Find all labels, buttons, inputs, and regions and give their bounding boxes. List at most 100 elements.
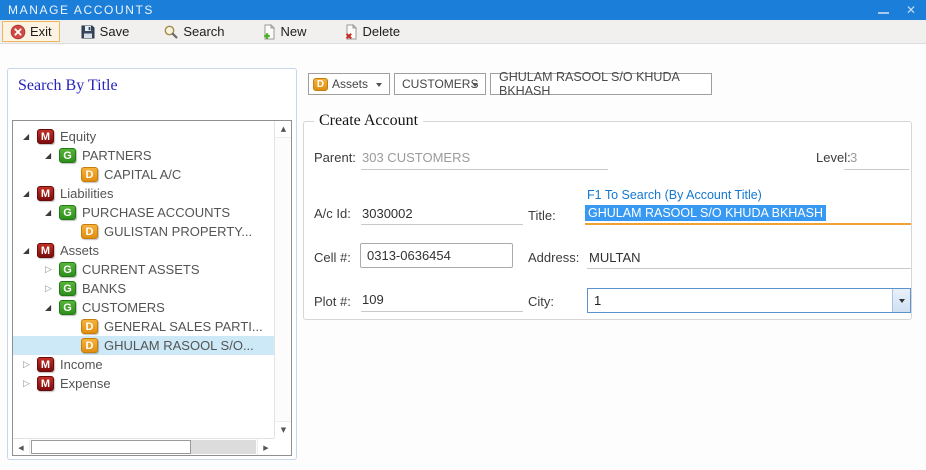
scroll-up-button[interactable]: ▲ (275, 121, 292, 138)
account-type-icon-d: D (81, 319, 98, 334)
vertical-scrollbar[interactable]: ▲ ▼ (274, 121, 291, 438)
scrollbar-corner (274, 438, 291, 455)
tree-item[interactable]: ◢MAssets (13, 241, 274, 260)
scroll-right-button[interactable]: ▶ (257, 439, 274, 456)
search-button-label: Search (183, 24, 224, 39)
plot-label: Plot #: (314, 294, 351, 309)
collapse-icon[interactable]: ◢ (45, 303, 59, 312)
tree-item-label: PARTNERS (82, 148, 152, 163)
level-label: Level: (816, 150, 851, 165)
tree-item-label: CAPITAL A/C (104, 167, 181, 182)
category-combo[interactable]: D Assets (308, 73, 390, 95)
address-underline (587, 268, 911, 269)
tree-item-label: Expense (60, 376, 111, 391)
tree-item-label: Equity (60, 129, 96, 144)
exit-button[interactable]: Exit (2, 21, 60, 42)
level-underline (844, 169, 909, 170)
address-field[interactable]: MULTAN (589, 250, 641, 265)
exit-icon (10, 24, 26, 40)
panel-title: Search By Title (18, 77, 118, 95)
account-type-icon-m: M (37, 129, 54, 144)
city-label: City: (528, 294, 554, 309)
save-button[interactable]: Save (72, 21, 138, 42)
tree-item[interactable]: ◢G PURCHASE ACCOUNTS (13, 203, 274, 222)
search-button[interactable]: Search (155, 21, 232, 42)
save-button-label: Save (100, 24, 130, 39)
account-type-icon-d: D (81, 338, 98, 353)
close-button[interactable]: ✕ (902, 0, 920, 20)
account-type-icon-g: G (59, 262, 76, 277)
city-combo-value: 1 (594, 293, 601, 308)
tree-item[interactable]: ◢G CUSTOMERS (13, 298, 274, 317)
plot-underline (361, 311, 523, 312)
plot-field[interactable]: 109 (362, 292, 384, 307)
cell-label: Cell #: (314, 250, 351, 265)
tree-item[interactable]: ▷GBANKS (13, 279, 274, 298)
level-field[interactable]: 3 (850, 150, 857, 165)
tree-item[interactable]: D GHULAM RASOOL S/O... (13, 336, 274, 355)
account-id-field[interactable]: 3030002 (362, 206, 413, 221)
account-title-box[interactable]: GHULAM RASOOL S/O KHUDA BKHASH (490, 73, 712, 95)
tree-item-label: GULISTAN PROPERTY... (104, 224, 252, 239)
tree-item[interactable]: D GENERAL SALES PARTI... (13, 317, 274, 336)
tree-item[interactable]: ▷M Income (13, 355, 274, 374)
account-type-icon-g: G (59, 205, 76, 220)
account-type-icon-g: G (59, 281, 76, 296)
account-type-icon-d: D (81, 224, 98, 239)
account-type-icon-m: M (37, 357, 54, 372)
tree-item-label: CUSTOMERS (82, 300, 165, 315)
city-dropdown-button[interactable] (892, 289, 910, 312)
cell-field-value: 0313-0636454 (367, 248, 451, 263)
collapse-icon[interactable]: ◢ (23, 189, 37, 198)
chevron-down-icon (376, 83, 382, 87)
new-button[interactable]: New (253, 21, 315, 42)
h-scroll-thumb[interactable] (31, 440, 191, 454)
minimize-button[interactable] (874, 0, 892, 20)
title-field[interactable]: GHULAM RASOOL S/O KHUDA BKHASH (585, 205, 826, 221)
tree-item[interactable]: ◢M Equity (13, 127, 274, 146)
collapse-icon[interactable]: ◢ (23, 246, 37, 255)
delete-button[interactable]: Delete (335, 21, 409, 42)
exit-button-label: Exit (30, 24, 52, 39)
cell-field[interactable]: 0313-0636454 (360, 243, 513, 268)
window-title: MANAGE ACCOUNTS (0, 3, 154, 17)
account-type-icon-d: D (81, 167, 98, 182)
save-icon (80, 24, 96, 40)
scroll-left-button[interactable]: ◀ (13, 439, 30, 456)
expand-icon[interactable]: ▷ (23, 360, 37, 370)
parent-field[interactable]: 303 CUSTOMERS (362, 150, 470, 165)
collapse-icon[interactable]: ◢ (23, 132, 37, 141)
account-type-icon-g: G (59, 300, 76, 315)
account-type-icon-m: M (37, 376, 54, 391)
group-combo[interactable]: CUSTOMERS (394, 73, 486, 95)
tree-item-label: Assets (60, 243, 99, 258)
scroll-down-button[interactable]: ▼ (275, 421, 292, 438)
expand-icon[interactable]: ▷ (23, 379, 37, 389)
horizontal-scrollbar[interactable]: ◀ ▶ (13, 438, 274, 455)
collapse-icon[interactable]: ◢ (45, 208, 59, 217)
account-id-label: A/c Id: (314, 206, 351, 221)
tree-item-label: Income (60, 357, 103, 372)
expand-icon[interactable]: ▷ (45, 284, 59, 294)
city-combo[interactable]: 1 (587, 288, 911, 313)
tree-item-label: GHULAM RASOOL S/O... (104, 338, 254, 353)
manage-accounts-window: MANAGE ACCOUNTS ✕ Exit Save Search New D… (0, 0, 926, 470)
new-button-label: New (281, 24, 307, 39)
tree-item[interactable]: D CAPITAL A/C (13, 165, 274, 184)
tree-item[interactable]: ▷GCURRENT ASSETS (13, 260, 274, 279)
d-account-type-icon: D (313, 78, 328, 91)
expand-icon[interactable]: ▷ (45, 265, 59, 275)
tree-item[interactable]: ◢MLiabilities (13, 184, 274, 203)
collapse-icon[interactable]: ◢ (45, 151, 59, 160)
tree-item[interactable]: D GULISTAN PROPERTY... (13, 222, 274, 241)
search-icon (163, 24, 179, 40)
parent-label: Parent: (314, 150, 356, 165)
tree-item[interactable]: ◢GPARTNERS (13, 146, 274, 165)
tree-item-label: PURCHASE ACCOUNTS (82, 205, 230, 220)
tree-item[interactable]: ▷M Expense (13, 374, 274, 393)
tree-item-label: Liabilities (60, 186, 113, 201)
chevron-down-icon (472, 83, 478, 87)
tree-item-label: GENERAL SALES PARTI... (104, 319, 263, 334)
h-scroll-track[interactable] (191, 440, 256, 454)
delete-icon (343, 24, 359, 40)
